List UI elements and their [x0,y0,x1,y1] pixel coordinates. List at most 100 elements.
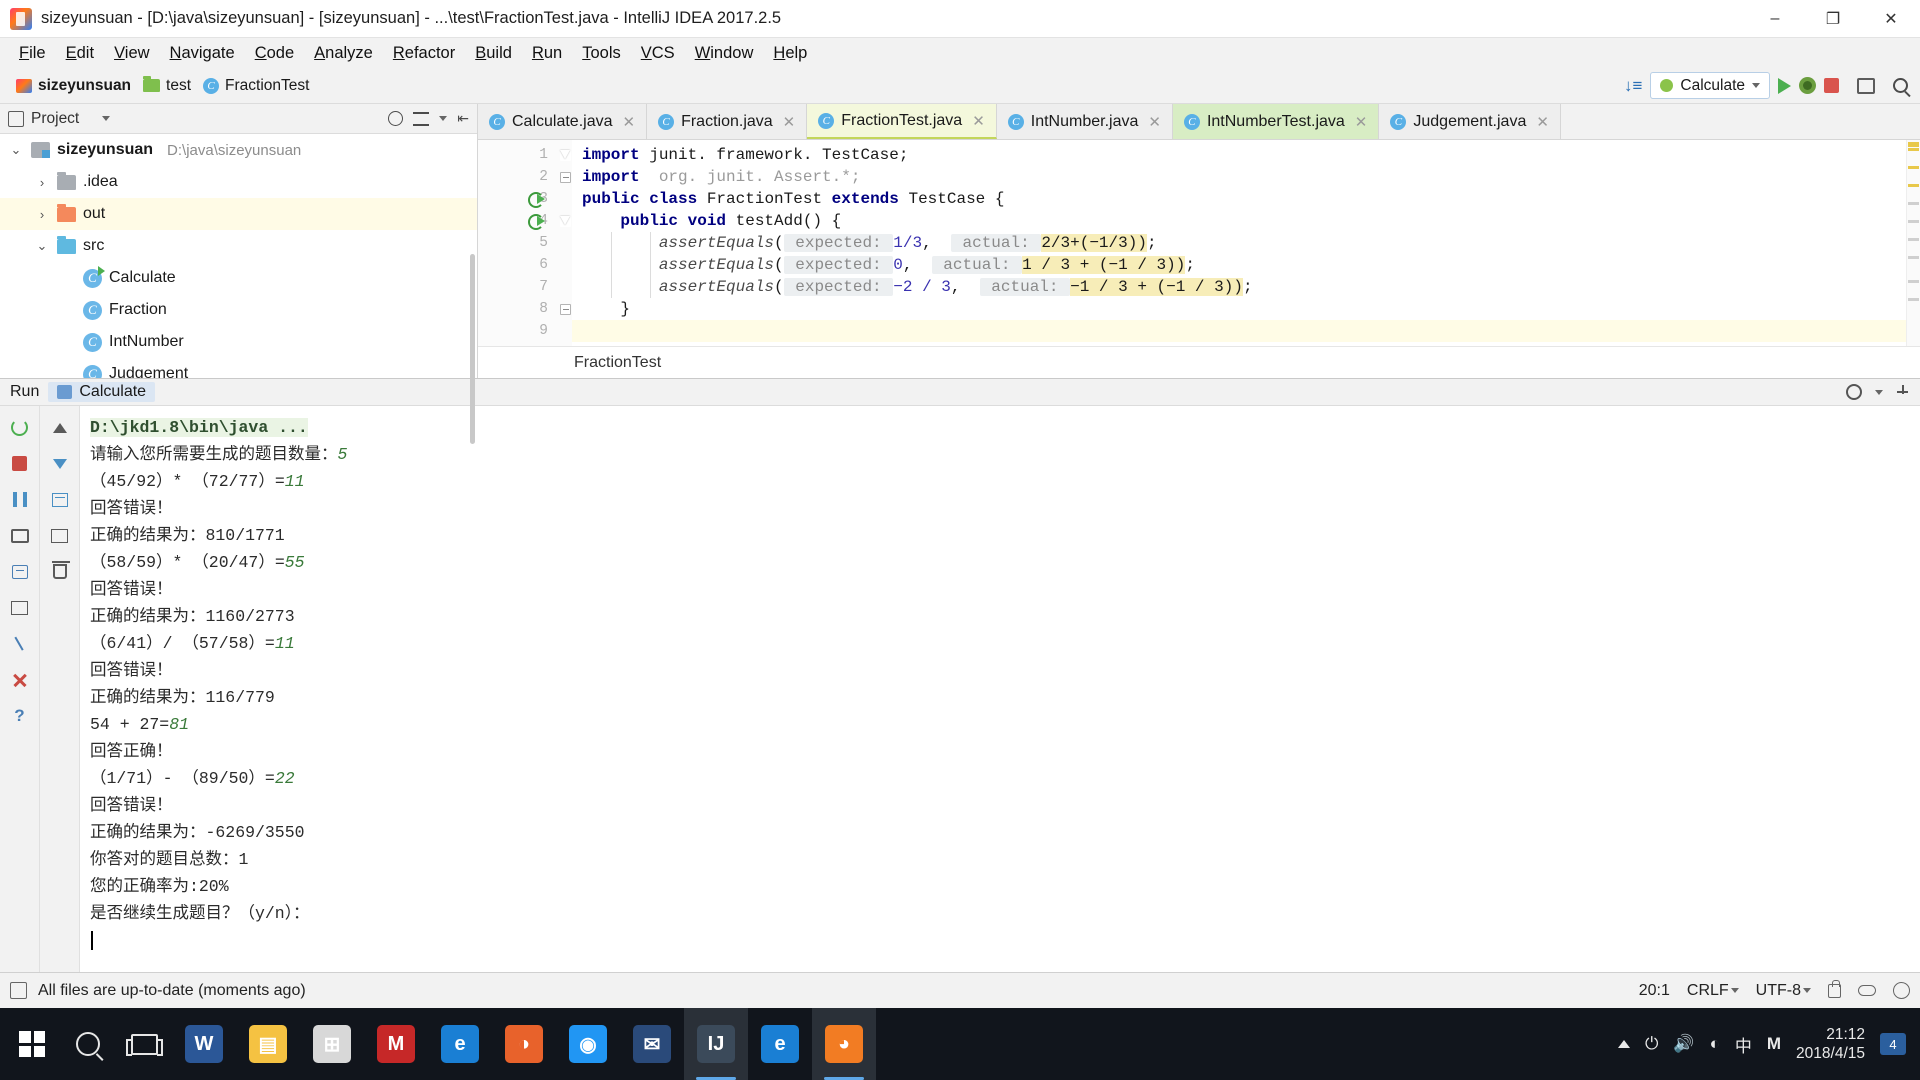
code-line-4[interactable]: public void testAdd() { [572,210,1906,232]
run-icon[interactable] [1778,77,1791,94]
tree-node-judgement[interactable]: ›CJudgement [0,358,477,378]
fold-slot-3[interactable] [558,188,572,210]
ime-mode-icon[interactable]: M [1767,1034,1781,1054]
chevron-down-icon[interactable] [1875,389,1883,395]
code-line-2[interactable]: import org. junit. Assert.*; [572,166,1906,188]
console-input-caret[interactable] [91,931,93,950]
error-stripe-marker-bar[interactable] [1906,140,1920,346]
trash-icon[interactable] [48,560,71,583]
taskbar-file-explorer-icon[interactable]: ▤ [236,1008,300,1080]
gear-icon[interactable] [1846,384,1862,400]
camera-icon[interactable] [8,524,31,547]
scroll-down-icon[interactable] [48,452,71,475]
pin-icon[interactable] [8,632,31,655]
run-test-gutter-icon[interactable] [528,191,545,208]
close-icon[interactable]: ✕ [623,113,636,131]
fold-collapse-icon[interactable] [559,149,571,161]
editor-tab-fractiontest-java[interactable]: C FractionTest.java ✕ [807,104,997,139]
fold-slot-6[interactable] [558,254,572,276]
export-icon[interactable] [1896,384,1910,400]
event-log-icon[interactable] [10,982,27,999]
breadcrumb-item-fractiontest[interactable]: C FractionTest [197,75,315,97]
fold-expand-icon[interactable] [559,171,571,183]
editor-tab-intnumber-java[interactable]: C IntNumber.java ✕ [996,104,1173,139]
taskbar-mail-icon[interactable]: ✉ [620,1008,684,1080]
code-folding-gutter[interactable] [558,140,572,346]
project-tree[interactable]: ⌄ sizeyunsuan D:\java\sizeyunsuan › .idea › ou… [0,134,477,378]
windows-start-icon[interactable] [4,1008,60,1080]
menu-item-run[interactable]: Run [523,41,571,66]
line-separator-selector[interactable]: CRLF [1687,982,1739,1000]
tree-node-calculate[interactable]: ›CCalculate [0,262,477,294]
pause-icon[interactable] [8,488,31,511]
soft-wrap-icon[interactable] [48,488,71,511]
code-line-1[interactable]: import junit. framework. TestCase; [572,144,1906,166]
close-button[interactable]: ✕ [1862,0,1920,38]
tree-node-sizeyunsuan[interactable]: ⌄ sizeyunsuan D:\java\sizeyunsuan [0,134,477,166]
error-stripe-mark[interactable] [1908,202,1919,205]
taskbar-word-icon[interactable]: W [172,1008,236,1080]
taskbar-netease-music-icon[interactable]: M [364,1008,428,1080]
stop-icon[interactable] [8,452,31,475]
chevron-right-icon[interactable]: › [34,207,50,222]
code-editor[interactable]: 1 2 3 4 5 6 7 8 9 10 import junit. framework. Tes… [478,140,1920,346]
fold-slot-7[interactable] [558,276,572,298]
close-icon[interactable]: ✕ [1536,113,1549,131]
error-stripe-mark[interactable] [1908,256,1919,259]
editor-tab-intnumbertest-java[interactable]: C IntNumberTest.java ✕ [1172,104,1380,139]
error-stripe-mark[interactable] [1908,280,1919,283]
run-configuration-selector[interactable]: Calculate [1650,72,1770,99]
ime-label[interactable]: 中 [1735,1032,1752,1057]
menu-item-build[interactable]: Build [466,41,521,66]
export-thread-icon[interactable] [8,560,31,583]
code-line-9[interactable] [572,320,1906,342]
minimize-button[interactable]: – [1746,0,1804,38]
code-text[interactable]: import junit. framework. TestCase; import… [572,140,1906,346]
lock-icon[interactable] [1828,979,1841,998]
menu-item-navigate[interactable]: Navigate [161,41,244,66]
close-icon[interactable]: ✕ [1355,113,1368,131]
code-line-7[interactable]: assertEquals( expected: −2 / 3, actual: … [572,276,1906,298]
hide-icon[interactable]: ⇤ [457,110,469,127]
tree-node-src[interactable]: ⌄ src [0,230,477,262]
run-test-gutter-icon[interactable] [528,213,545,230]
console-output[interactable]: D:\jkd1.8\bin\java ... 请输入您所需要生成的题目数量：5 （4… [80,406,1920,972]
menu-item-help[interactable]: Help [764,41,816,66]
tree-node-idea[interactable]: › .idea [0,166,477,198]
tree-node-intnumber[interactable]: ›CIntNumber [0,326,477,358]
menu-item-tools[interactable]: Tools [573,41,630,66]
fold-collapse-icon[interactable] [559,215,571,227]
maximize-button[interactable]: ❐ [1804,0,1862,38]
tree-node-fraction[interactable]: ›CFraction [0,294,477,326]
fold-slot-8[interactable] [558,298,572,320]
menu-item-analyze[interactable]: Analyze [305,41,382,66]
taskbar-microsoft-store-icon[interactable]: ⊞ [300,1008,364,1080]
menu-item-vcs[interactable]: VCS [632,41,684,66]
code-line-3[interactable]: public class FractionTest extends TestCa… [572,188,1906,210]
menu-item-window[interactable]: Window [686,41,763,66]
taskbar-wechat-icon[interactable]: ◕ [812,1008,876,1080]
network-icon[interactable]: ◐ [1710,1034,1720,1054]
code-line-8[interactable]: } [572,298,1906,320]
error-stripe-mark[interactable] [1908,220,1919,223]
menu-item-refactor[interactable]: Refactor [384,41,464,66]
tree-node-out[interactable]: › out [0,198,477,230]
task-view-icon[interactable] [116,1008,172,1080]
close-icon[interactable]: ✕ [783,113,796,131]
taskbar-browser-icon[interactable]: ◉ [556,1008,620,1080]
fold-slot-1[interactable] [558,144,572,166]
close-icon[interactable]: ✕ [1148,113,1161,131]
taskbar-edge-icon[interactable]: e [428,1008,492,1080]
taskbar-firefox-icon[interactable]: ◑ [492,1008,556,1080]
notification-badge[interactable]: 4 [1880,1033,1906,1055]
taskbar-internet-explorer-icon[interactable]: e [748,1008,812,1080]
fold-slot-5[interactable] [558,232,572,254]
menu-item-edit[interactable]: Edit [57,41,103,66]
search-icon[interactable] [60,1008,116,1080]
close-icon[interactable]: ✕ [972,112,985,130]
chevron-up-icon[interactable] [1617,1040,1630,1048]
error-stripe-mark[interactable] [1908,166,1919,169]
caret-position[interactable]: 20:1 [1639,982,1670,1000]
grid-icon[interactable] [8,596,31,619]
clock[interactable]: 21:12 2018/4/15 [1796,1025,1865,1064]
